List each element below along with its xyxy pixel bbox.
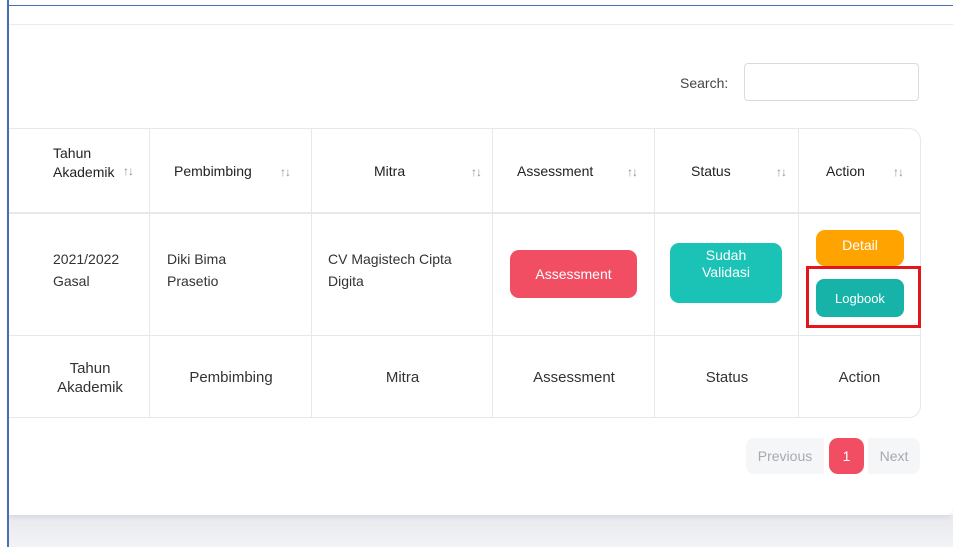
footer-assessment: Assessment	[533, 369, 615, 386]
search-label: Search:	[680, 75, 729, 91]
page-background-band	[9, 515, 953, 547]
card-header-divider	[9, 24, 953, 25]
cell-pembimbing-line1: Diki Bima	[167, 251, 227, 267]
page-1-button[interactable]: 1	[829, 438, 864, 474]
cell-tahun-line2: Gasal	[53, 273, 90, 289]
footer-pembimbing: Pembimbing	[189, 369, 273, 386]
footer-tahun-line2: Akademik	[57, 379, 123, 396]
sort-icon[interactable]: ↑↓	[123, 164, 134, 178]
cell-mitra-line1: CV Magistech Cipta	[328, 251, 452, 267]
status-badge: Sudah Validasi	[670, 243, 782, 303]
header-divider	[9, 212, 920, 214]
header-tahun-line1: Tahun	[53, 145, 92, 161]
sort-icon[interactable]: ↑↓	[776, 165, 787, 179]
row-divider	[9, 335, 920, 336]
sort-icon[interactable]: ↑↓	[471, 165, 482, 179]
sort-icon[interactable]: ↑↓	[280, 165, 291, 179]
cell-tahun-line1: 2021/2022	[53, 251, 120, 267]
header-tahun-line2: Akademik	[53, 164, 115, 180]
header-mitra-label: Mitra	[374, 163, 406, 179]
header-status-label: Status	[691, 163, 731, 179]
footer-tahun-line1: Tahun	[69, 360, 111, 377]
detail-button[interactable]: Detail	[816, 230, 904, 266]
previous-page-button[interactable]: Previous	[746, 438, 824, 474]
footer-mitra: Mitra	[385, 369, 420, 386]
sort-icon[interactable]: ↑↓	[893, 165, 904, 179]
header-pembimbing-label: Pembimbing	[174, 163, 252, 179]
header-action-label: Action	[826, 163, 865, 179]
footer-tahun: Tahun Akademik	[40, 359, 140, 397]
footer-status: Status	[705, 369, 749, 386]
footer-action: Action	[838, 369, 881, 386]
next-page-button[interactable]: Next	[868, 438, 920, 474]
cell-mitra-line2: Digita	[328, 273, 364, 289]
sort-icon[interactable]: ↑↓	[627, 165, 638, 179]
status-line2: Validasi	[702, 264, 750, 280]
cell-pembimbing-line2: Prasetio	[167, 273, 219, 289]
status-line1: Sudah	[705, 247, 747, 263]
search-input[interactable]	[744, 63, 919, 101]
logbook-highlight-box	[806, 266, 921, 328]
assessment-button[interactable]: Assessment	[510, 250, 637, 298]
header-assessment-label: Assessment	[517, 163, 594, 179]
